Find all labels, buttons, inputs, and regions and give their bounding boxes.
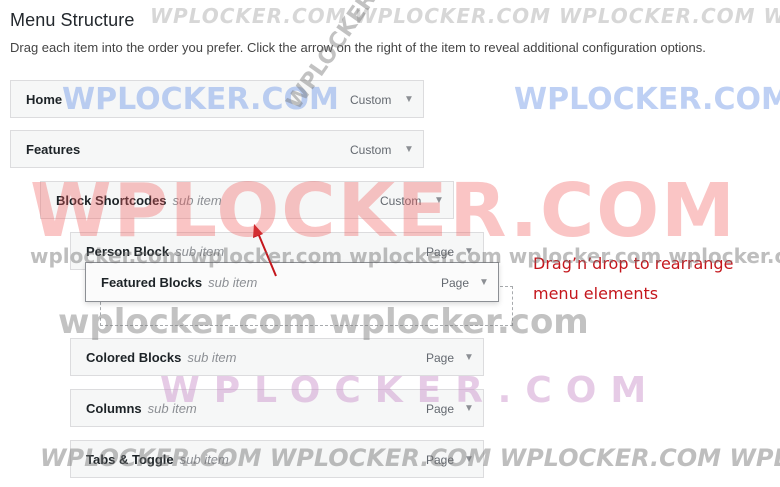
annotation-arrow-icon xyxy=(253,224,277,277)
